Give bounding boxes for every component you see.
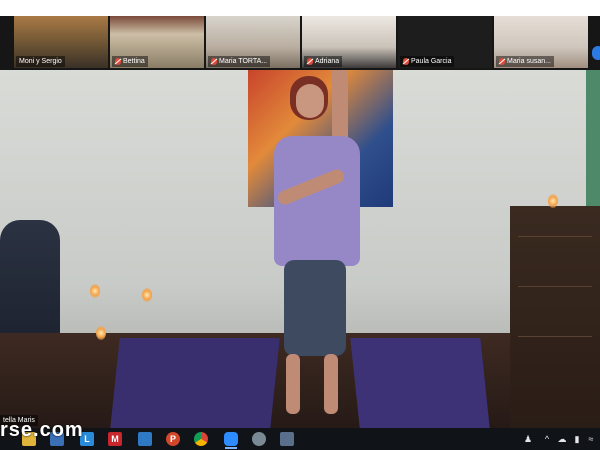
- next-page-button[interactable]: [592, 46, 600, 60]
- participant-tile[interactable]: Bettina: [110, 16, 204, 68]
- participant-name-tag: Bettina: [112, 56, 148, 67]
- cabinet-line: [518, 236, 592, 237]
- yoga-mat: [110, 338, 280, 428]
- people-icon[interactable]: ♟: [522, 433, 534, 445]
- candle-light: [548, 194, 558, 208]
- participant-tile[interactable]: Paula Garcia: [398, 16, 492, 68]
- participant-name: Maria susan...: [507, 58, 551, 65]
- mic-muted-icon: [307, 58, 313, 65]
- participant-name-tag: Moni y Sergio: [16, 56, 65, 67]
- participant-name: Moni y Sergio: [19, 58, 62, 65]
- battery-icon[interactable]: ▮: [571, 433, 583, 445]
- window-top-margin: [0, 0, 600, 16]
- participant-tile[interactable]: Adriana: [302, 16, 396, 68]
- participant-name: Paula Garcia: [411, 58, 452, 65]
- dancer-head: [296, 84, 324, 118]
- cabinet-line: [518, 286, 592, 287]
- mcafee-icon[interactable]: M: [108, 432, 122, 446]
- snipping-tool-icon[interactable]: [252, 432, 266, 446]
- dancer-left-leg: [286, 354, 300, 414]
- participant-strip: Moni y Sergio Bettina Maria TORTA... Adr…: [0, 16, 600, 70]
- participant-tile[interactable]: Maria susan...: [494, 16, 588, 68]
- mic-muted-icon: [115, 58, 121, 65]
- watermark-text: rse.com: [0, 419, 84, 441]
- participant-name: Bettina: [123, 58, 145, 65]
- dancer-figure: [262, 70, 372, 428]
- participant-name: Maria TORTA...: [219, 58, 268, 65]
- participant-tile[interactable]: Maria TORTA...: [206, 16, 300, 68]
- mic-muted-icon: [403, 58, 409, 65]
- mic-muted-icon: [499, 58, 505, 65]
- candle-light: [96, 326, 106, 340]
- cabinet: [510, 206, 600, 428]
- powerpoint-icon[interactable]: P: [166, 432, 180, 446]
- active-speaker-video[interactable]: tella Maris: [0, 70, 600, 428]
- participant-tile[interactable]: Moni y Sergio: [14, 16, 108, 68]
- candle-light: [90, 284, 100, 298]
- wifi-icon[interactable]: ≈: [585, 433, 597, 445]
- participant-name: Adriana: [315, 58, 340, 65]
- seated-person-silhouette: [0, 220, 60, 350]
- participant-name-tag: Maria susan...: [496, 56, 554, 67]
- participant-name-tag: Paula Garcia: [400, 56, 455, 67]
- candle-light: [142, 288, 152, 302]
- dancer-right-leg: [324, 354, 338, 414]
- onedrive-icon[interactable]: ☁: [556, 433, 568, 445]
- windows-taskbar: L M P ♟ ^ ☁ ▮ ≈: [0, 428, 600, 450]
- zoom-icon[interactable]: [224, 432, 238, 449]
- chrome-icon[interactable]: [194, 432, 208, 446]
- photos-icon[interactable]: [280, 432, 294, 446]
- mail-icon[interactable]: [138, 432, 152, 446]
- chevron-up-icon[interactable]: ^: [542, 433, 552, 445]
- participant-name-tag: Adriana: [304, 56, 343, 67]
- dancer-leggings: [284, 260, 346, 356]
- participant-name-tag: Maria TORTA...: [208, 56, 271, 67]
- mic-muted-icon: [211, 58, 217, 65]
- cabinet-line: [518, 336, 592, 337]
